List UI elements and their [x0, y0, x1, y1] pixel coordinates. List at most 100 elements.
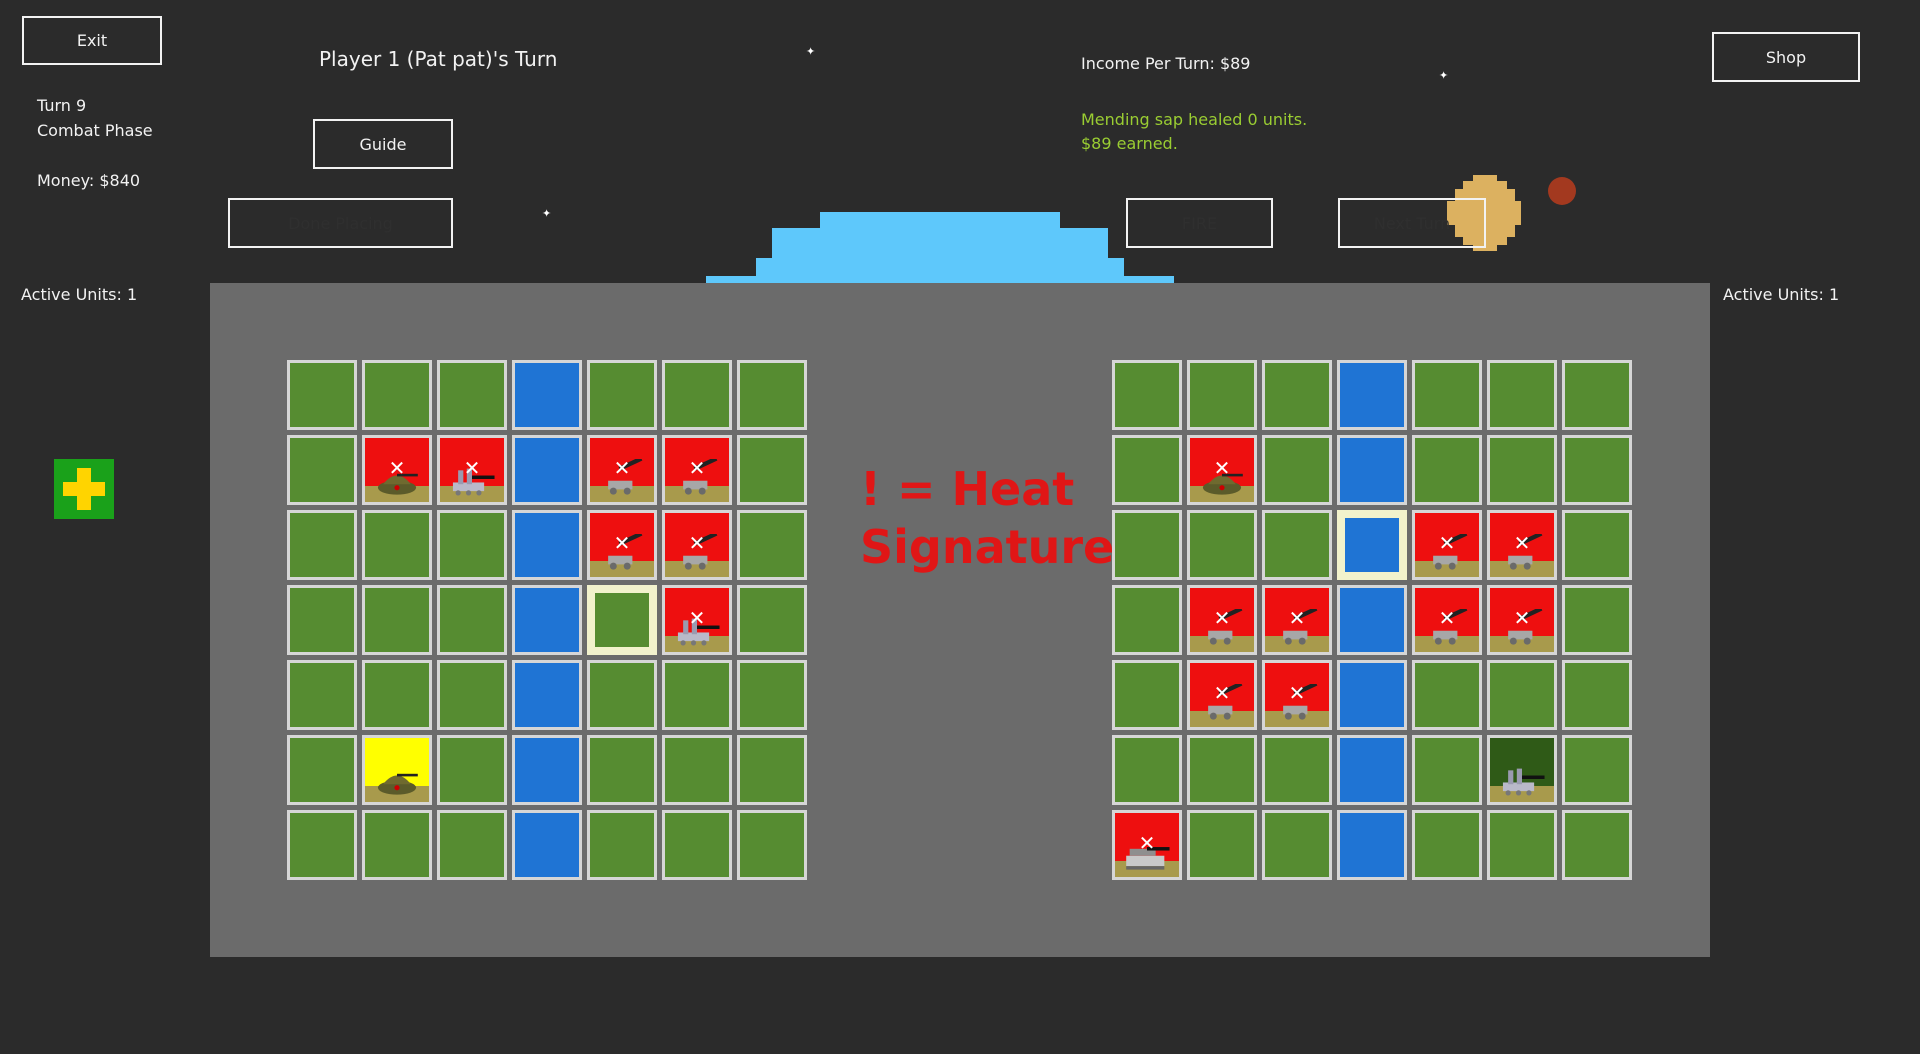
- enemy-cell-battery-hit[interactable]: ✕: [1112, 810, 1182, 880]
- player-cell-grass[interactable]: [362, 360, 432, 430]
- player-cell-water[interactable]: [512, 735, 582, 805]
- enemy-cell-artillery[interactable]: [1487, 735, 1557, 805]
- enemy-cell-grass[interactable]: [1562, 735, 1632, 805]
- enemy-cell-cannon-hit[interactable]: ✕: [1487, 585, 1557, 655]
- enemy-cell-water[interactable]: [1337, 660, 1407, 730]
- enemy-cell-cannon-hit[interactable]: ✕: [1487, 510, 1557, 580]
- player-cell-grass[interactable]: [362, 660, 432, 730]
- player-cell-grass[interactable]: [437, 585, 507, 655]
- player-cell-grass[interactable]: [587, 810, 657, 880]
- player-cell-grass[interactable]: [587, 660, 657, 730]
- enemy-cell-grass[interactable]: [1187, 510, 1257, 580]
- player-cell-grass[interactable]: [737, 735, 807, 805]
- enemy-cell-cannon-hit[interactable]: ✕: [1262, 660, 1332, 730]
- player-cell-water[interactable]: [512, 585, 582, 655]
- enemy-cell-water[interactable]: [1337, 810, 1407, 880]
- player-cell-grass[interactable]: [287, 810, 357, 880]
- player-cell-water[interactable]: [512, 810, 582, 880]
- enemy-cell-grass[interactable]: [1187, 735, 1257, 805]
- player-cell-cannon-hit[interactable]: ✕: [587, 510, 657, 580]
- enemy-cell-grass[interactable]: [1262, 510, 1332, 580]
- enemy-cell-water[interactable]: [1337, 735, 1407, 805]
- player-cell-grass[interactable]: [437, 810, 507, 880]
- enemy-cell-water-highlighted[interactable]: [1337, 510, 1407, 580]
- enemy-cell-grass[interactable]: [1412, 660, 1482, 730]
- enemy-cell-grass[interactable]: [1487, 660, 1557, 730]
- player-cell-artillery-hit[interactable]: ✕: [437, 435, 507, 505]
- player-cell-grass[interactable]: [662, 735, 732, 805]
- player-cell-grass[interactable]: [362, 585, 432, 655]
- player-cell-grass[interactable]: [737, 510, 807, 580]
- player-cell-highlighted[interactable]: [587, 585, 657, 655]
- player-cell-grass[interactable]: [287, 660, 357, 730]
- enemy-cell-grass[interactable]: [1412, 810, 1482, 880]
- enemy-cell-grass[interactable]: [1112, 435, 1182, 505]
- player-cell-grass[interactable]: [662, 810, 732, 880]
- player-cell-grass[interactable]: [287, 435, 357, 505]
- enemy-cell-grass[interactable]: [1562, 810, 1632, 880]
- player-cell-grass[interactable]: [737, 660, 807, 730]
- player-cell-grass[interactable]: [287, 360, 357, 430]
- player-cell-grass[interactable]: [437, 510, 507, 580]
- player-cell-cannon-hit[interactable]: ✕: [587, 435, 657, 505]
- enemy-cell-grass[interactable]: [1562, 660, 1632, 730]
- player-cell-grass[interactable]: [737, 810, 807, 880]
- player-cell-grass[interactable]: [437, 360, 507, 430]
- exit-button[interactable]: Exit: [22, 16, 162, 65]
- player-cell-cannon-hit[interactable]: ✕: [662, 435, 732, 505]
- player-cell-grass[interactable]: [587, 360, 657, 430]
- player-cell-grass[interactable]: [662, 660, 732, 730]
- player-cell-grass[interactable]: [287, 585, 357, 655]
- plus-icon[interactable]: [54, 459, 114, 519]
- enemy-cell-cannon-hit[interactable]: ✕: [1187, 660, 1257, 730]
- player-cell-tank-hit[interactable]: ✕: [362, 435, 432, 505]
- enemy-cell-grass[interactable]: [1112, 585, 1182, 655]
- player-cell-water[interactable]: [512, 360, 582, 430]
- enemy-cell-grass[interactable]: [1412, 360, 1482, 430]
- enemy-cell-grass[interactable]: [1487, 435, 1557, 505]
- enemy-cell-grass[interactable]: [1262, 435, 1332, 505]
- enemy-cell-grass[interactable]: [1187, 360, 1257, 430]
- player-cell-grass[interactable]: [287, 510, 357, 580]
- enemy-cell-grass[interactable]: [1112, 360, 1182, 430]
- enemy-cell-grass[interactable]: [1562, 435, 1632, 505]
- player-cell-grass[interactable]: [437, 660, 507, 730]
- done-placing-button[interactable]: Done Placing: [228, 198, 453, 248]
- enemy-cell-water[interactable]: [1337, 435, 1407, 505]
- player-cell-water[interactable]: [512, 510, 582, 580]
- enemy-cell-grass[interactable]: [1562, 360, 1632, 430]
- enemy-cell-grass[interactable]: [1187, 810, 1257, 880]
- enemy-cell-grass[interactable]: [1262, 360, 1332, 430]
- enemy-cell-grass[interactable]: [1112, 660, 1182, 730]
- player-cell-grass[interactable]: [287, 735, 357, 805]
- enemy-cell-grass[interactable]: [1262, 810, 1332, 880]
- player-cell-grass[interactable]: [737, 585, 807, 655]
- player-cell-grass[interactable]: [437, 735, 507, 805]
- player-cell-tank-selected[interactable]: [362, 735, 432, 805]
- enemy-cell-grass[interactable]: [1412, 735, 1482, 805]
- shop-button[interactable]: Shop: [1712, 32, 1860, 82]
- enemy-cell-grass[interactable]: [1562, 510, 1632, 580]
- enemy-cell-cannon-hit[interactable]: ✕: [1187, 585, 1257, 655]
- enemy-cell-grass[interactable]: [1112, 510, 1182, 580]
- enemy-cell-water[interactable]: [1337, 360, 1407, 430]
- enemy-cell-grass[interactable]: [1487, 360, 1557, 430]
- player-cell-water[interactable]: [512, 435, 582, 505]
- enemy-cell-grass[interactable]: [1562, 585, 1632, 655]
- player-cell-grass[interactable]: [662, 360, 732, 430]
- enemy-cell-cannon-hit[interactable]: ✕: [1262, 585, 1332, 655]
- player-cell-cannon-hit[interactable]: ✕: [662, 510, 732, 580]
- enemy-cell-cannon-hit[interactable]: ✕: [1412, 585, 1482, 655]
- enemy-cell-grass[interactable]: [1262, 735, 1332, 805]
- player-cell-grass[interactable]: [737, 435, 807, 505]
- enemy-cell-water[interactable]: [1337, 585, 1407, 655]
- fire-button[interactable]: FIRE: [1126, 198, 1273, 248]
- enemy-cell-grass[interactable]: [1487, 810, 1557, 880]
- player-cell-water[interactable]: [512, 660, 582, 730]
- enemy-cell-tank-hit[interactable]: ✕: [1187, 435, 1257, 505]
- enemy-cell-grass[interactable]: [1112, 735, 1182, 805]
- player-cell-grass[interactable]: [362, 510, 432, 580]
- player-cell-grass[interactable]: [737, 360, 807, 430]
- enemy-cell-cannon-hit[interactable]: ✕: [1412, 510, 1482, 580]
- enemy-cell-grass[interactable]: [1412, 435, 1482, 505]
